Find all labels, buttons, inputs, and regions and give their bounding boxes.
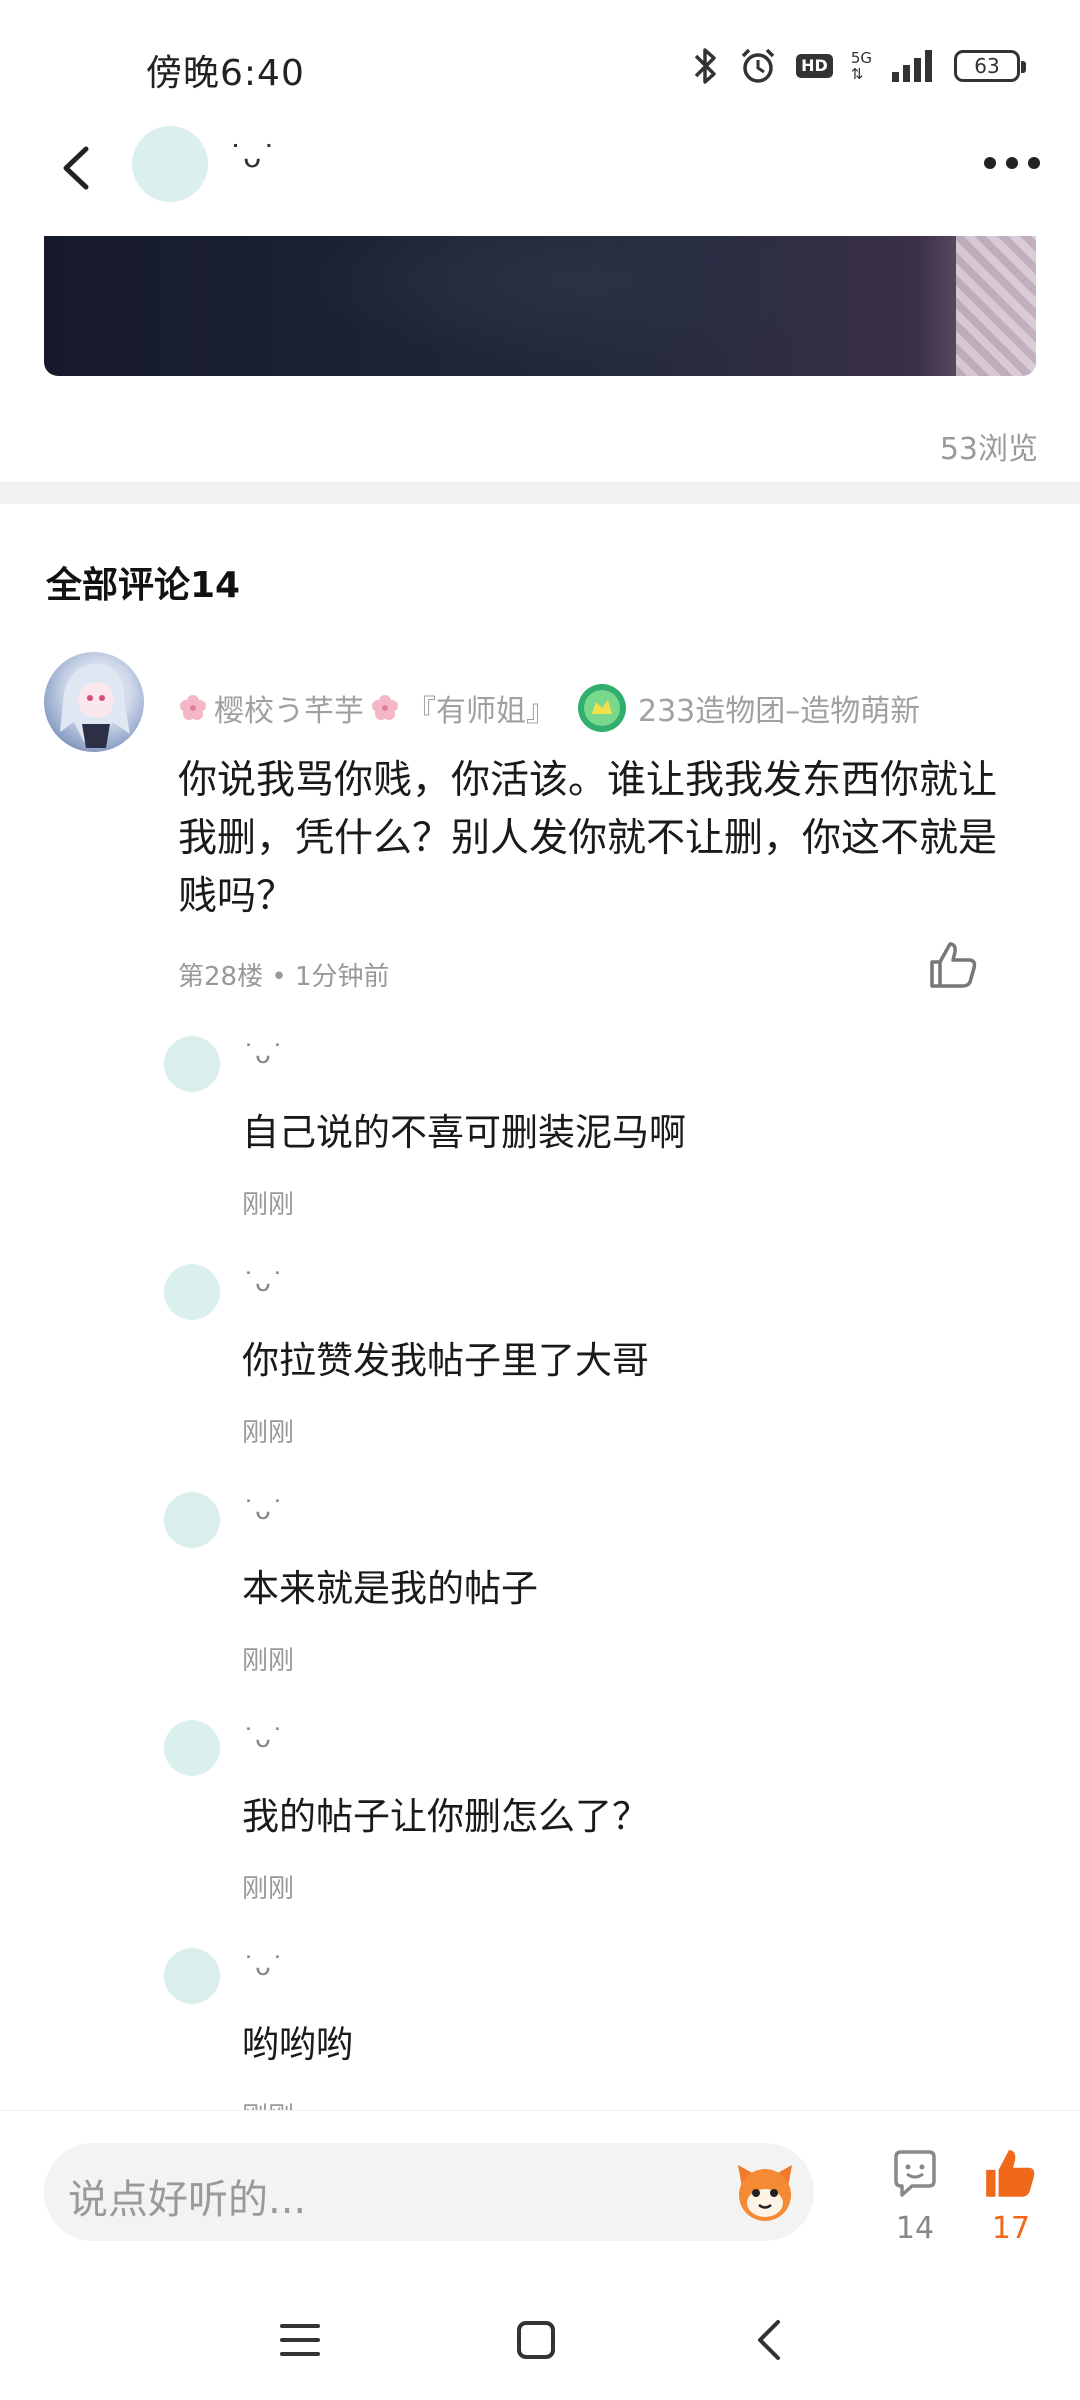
reply-time: 刚刚 (242, 1418, 295, 1448)
comment-author-suffix: 『有师姐』 (406, 694, 556, 729)
battery-icon: 63 (954, 50, 1026, 82)
reply-item[interactable]: ˙ᴗ˙ 自己说的不喜可删装泥马啊 刚刚 (0, 1036, 1080, 1264)
like-count: 17 (991, 2211, 1031, 2246)
comment-input[interactable]: 说点好听的... (44, 2143, 814, 2241)
reply-avatar[interactable] (164, 1948, 220, 2004)
comment-author-name: 樱校う芊芋 (214, 694, 364, 729)
data-arrows-icon: ⇅ (850, 65, 864, 83)
reply-item[interactable]: ˙ᴗ˙ 你拉赞发我帖子里了大哥 刚刚 (0, 1264, 1080, 1492)
reply-item[interactable]: ˙ᴗ˙ 我的帖子让你删怎么了？ 刚刚 (0, 1720, 1080, 1948)
reply-author[interactable]: ˙ᴗ˙ (242, 1724, 284, 1754)
reply-text: 自己说的不喜可删装泥马啊 (242, 1111, 686, 1154)
menu-icon (280, 2324, 320, 2356)
header-avatar[interactable] (132, 126, 208, 202)
comment-author-avatar[interactable] (44, 652, 144, 752)
battery-level: 63 (974, 54, 1000, 78)
reply-author[interactable]: ˙ᴗ˙ (242, 1496, 284, 1526)
hd-badge: HD (796, 54, 833, 78)
alarm-icon (741, 48, 775, 83)
reply-time: 刚刚 (242, 1646, 295, 1676)
creator-badge-text: 233造物团–造物萌新 (638, 694, 921, 729)
status-time: 傍晚6:40 (146, 53, 305, 94)
home-square-icon (517, 2321, 555, 2359)
reply-time: 刚刚 (242, 1874, 295, 1904)
system-back-button[interactable] (730, 2300, 810, 2380)
creator-badge-icon (578, 684, 626, 732)
thumbs-up-filled-icon (986, 2150, 1035, 2197)
post-like-button[interactable]: 17 (978, 2145, 1044, 2255)
status-icons: HD 5G ⇅ 63 (690, 44, 1026, 88)
post-image[interactable] (44, 236, 1036, 376)
reply-text: 我的帖子让你删怎么了？ (242, 1795, 649, 1838)
comment-input-bar: 说点好听的... 14 17 (0, 2110, 1080, 2261)
mascot-emoji-icon[interactable] (730, 2157, 800, 2227)
more-dot-icon (984, 157, 996, 169)
comment-like-button[interactable] (926, 938, 982, 994)
header-username[interactable]: ˙ᴗ˙ (228, 140, 276, 175)
reply-author[interactable]: ˙ᴗ˙ (242, 1268, 284, 1298)
bluetooth-icon (694, 48, 716, 84)
chevron-left-icon (63, 146, 89, 190)
reply-item[interactable]: ˙ᴗ˙ 哟哟哟 刚刚 (0, 1948, 1080, 2110)
comment-meta: 第28楼 • 1分钟前 (178, 962, 390, 992)
comment-bubble-icon (894, 2150, 936, 2197)
sakura-icon (372, 695, 398, 720)
signal-icon (892, 50, 932, 82)
anime-avatar-icon (60, 663, 130, 748)
thumbs-up-icon (930, 942, 977, 988)
comment-input-placeholder: 说点好听的... (68, 2177, 307, 2223)
more-dot-icon (1006, 157, 1018, 169)
reply-author[interactable]: ˙ᴗ˙ (242, 1040, 284, 1070)
system-nav-bar (0, 2260, 1080, 2400)
status-bar: 傍晚6:40 HD 5G ⇅ 63 (0, 0, 1080, 128)
sakura-icon (180, 695, 206, 720)
reply-time: 刚刚 (242, 2096, 294, 2110)
home-button[interactable] (496, 2300, 576, 2380)
more-dot-icon (1028, 157, 1040, 169)
reply-time: 刚刚 (242, 1190, 295, 1220)
comment-count: 14 (895, 2211, 935, 2246)
menu-button[interactable] (260, 2300, 340, 2380)
reply-author[interactable]: ˙ᴗ˙ (242, 1952, 284, 1982)
reply-avatar[interactable] (164, 1720, 220, 1776)
reply-avatar[interactable] (164, 1264, 220, 1320)
section-divider (0, 482, 1080, 504)
reply-text: 本来就是我的帖子 (242, 1567, 538, 1610)
more-options-button[interactable] (970, 128, 1054, 198)
network-type: 5G (850, 49, 872, 67)
reply-text: 哟哟哟 (242, 2023, 353, 2066)
comments-section-title: 全部评论14 (46, 565, 241, 606)
comment-count-button[interactable]: 14 (882, 2147, 948, 2257)
back-chevron-icon (758, 2320, 780, 2360)
reply-text: 你拉赞发我帖子里了大哥 (242, 1339, 649, 1382)
back-button[interactable] (36, 128, 116, 208)
comment-text: 你说我骂你贱，你活该。谁让我我发东西你就让我删，凭什么？别人发你就不让删，你这不… (178, 758, 998, 919)
comment-author[interactable]: 樱校う芊芋 『有师姐』 233造物团–造物萌新 (178, 682, 920, 734)
view-count: 53浏览 (939, 432, 1038, 467)
reply-item[interactable]: ˙ᴗ˙ 本来就是我的帖子 刚刚 (0, 1492, 1080, 1720)
network-indicator: 5G ⇅ (851, 50, 872, 82)
reply-avatar[interactable] (164, 1492, 220, 1548)
reply-avatar[interactable] (164, 1036, 220, 1092)
